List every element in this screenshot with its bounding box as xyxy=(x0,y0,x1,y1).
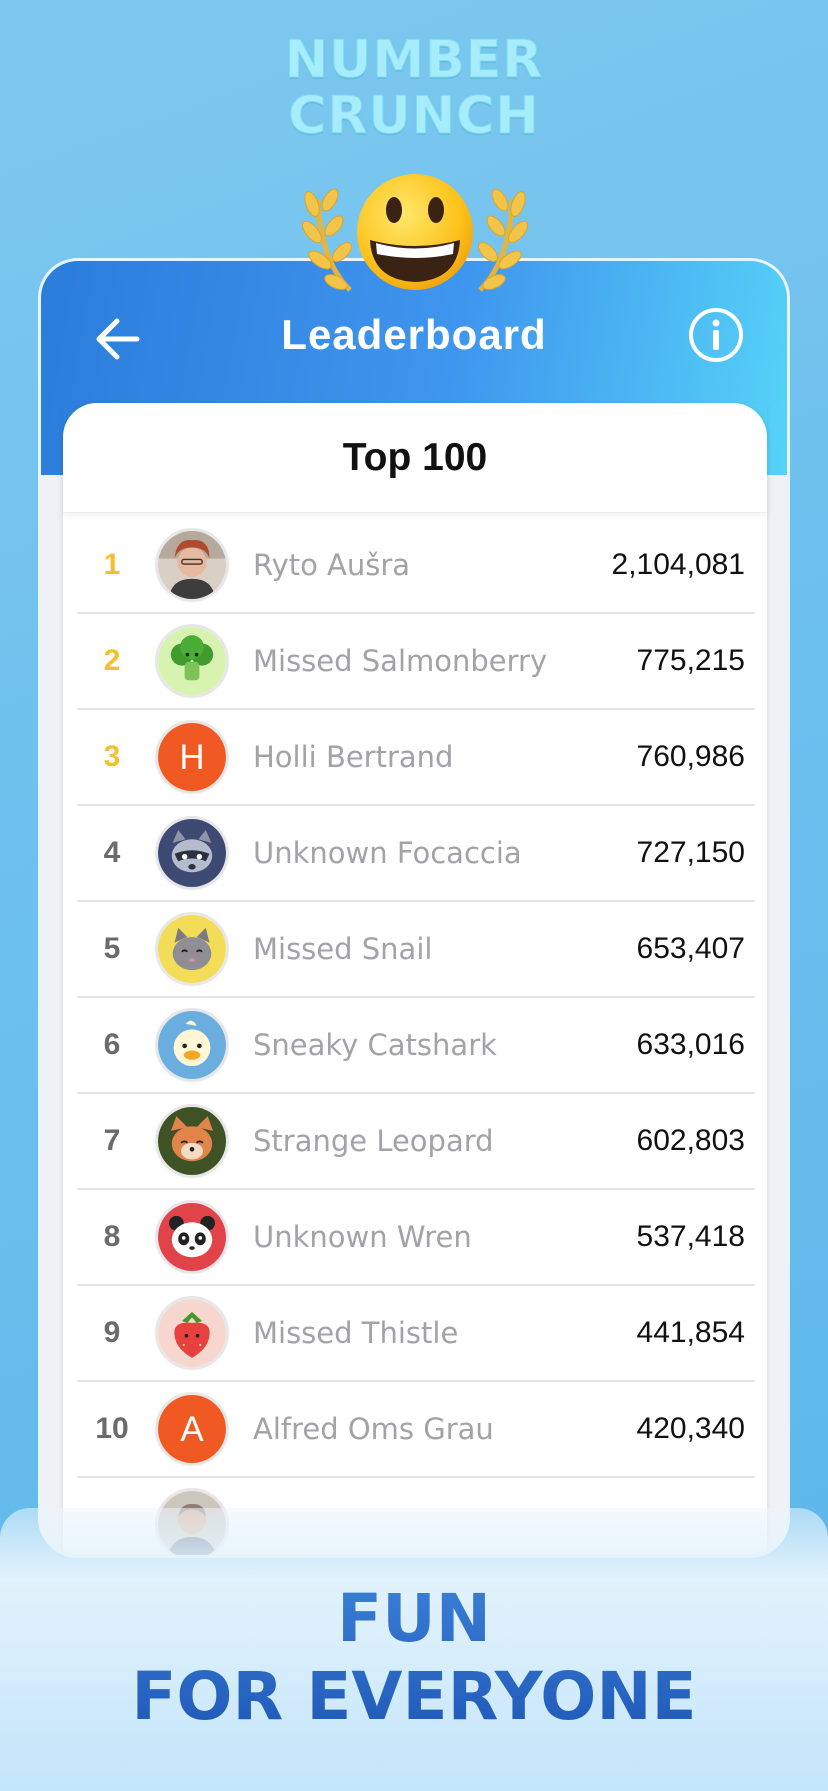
rank-number: 5 xyxy=(103,932,121,965)
rank-number: 2 xyxy=(103,644,121,677)
leaderboard-row[interactable]: 10 A Alfred Oms Grau 420,340 xyxy=(77,1382,755,1478)
player-name: Holli Bertrand xyxy=(253,740,454,774)
player-score: 602,803 xyxy=(636,1124,745,1157)
app-title-line1: NUMBER xyxy=(284,30,544,90)
player-score: 420,340 xyxy=(636,1412,745,1445)
avatar xyxy=(155,1008,229,1082)
board-title: Top 100 xyxy=(63,403,767,513)
smiley-laurel-icon xyxy=(301,174,529,292)
avatar: A xyxy=(155,1392,229,1466)
avatar-letter: H xyxy=(179,738,204,777)
rank-number: 4 xyxy=(103,836,121,869)
rank-number: 3 xyxy=(103,740,121,773)
leaderboard-row[interactable]: 2 Missed Salmonberry 775,215 xyxy=(77,614,755,710)
leaderboard-row[interactable]: 7 Strange Leopard 602,803 xyxy=(77,1094,755,1190)
app-title-line2: CRUNCH xyxy=(288,86,540,146)
player-name: Missed Snail xyxy=(253,932,433,966)
player-score: 760,986 xyxy=(636,740,745,773)
avatar xyxy=(155,912,229,986)
player-score: 633,016 xyxy=(636,1028,745,1061)
avatar xyxy=(155,528,229,602)
info-icon[interactable] xyxy=(686,305,746,365)
player-score: 537,418 xyxy=(636,1220,745,1253)
leaderboard-row[interactable]: 8 Unknown Wren 537,418 xyxy=(77,1190,755,1286)
tagline-line1: FUN xyxy=(337,1580,491,1657)
rank-number: 8 xyxy=(103,1220,121,1253)
tagline-line2: FOR EVERYONE xyxy=(131,1658,697,1735)
player-name: Unknown Wren xyxy=(253,1220,472,1254)
player-name: Ryto Aušra xyxy=(253,548,411,582)
leaderboard-row[interactable]: 3 H Holli Bertrand 760,986 xyxy=(77,710,755,806)
page-title: Leaderboard xyxy=(281,311,547,358)
player-name: Missed Thistle xyxy=(253,1316,459,1350)
player-name: Alfred Oms Grau xyxy=(253,1412,494,1446)
rank-number: 7 xyxy=(103,1124,121,1157)
leaderboard-card: Leaderboard Top 100 1 Ryto Aušra 2,104,081… xyxy=(38,258,790,1558)
player-score: 775,215 xyxy=(636,644,745,677)
app-title: NUMBER CRUNCH xyxy=(0,30,828,146)
player-score: 727,150 xyxy=(636,836,745,869)
player-name: Strange Leopard xyxy=(253,1124,494,1158)
player-name: Unknown Focaccia xyxy=(253,836,522,870)
leaderboard-row[interactable]: 6 Sneaky Catshark 633,016 xyxy=(77,998,755,1094)
tagline: FUN FOR EVERYONE xyxy=(0,1580,828,1736)
leaderboard-row[interactable]: 5 Missed Snail 653,407 xyxy=(77,902,755,998)
leaderboard-row[interactable]: 4 Unknown Focaccia 727,150 xyxy=(77,806,755,902)
avatar: H xyxy=(155,720,229,794)
avatar xyxy=(155,1104,229,1178)
leaderboard-panel: Top 100 1 Ryto Aušra 2,104,081 2 Missed Salm… xyxy=(63,403,767,1555)
avatar xyxy=(155,1296,229,1370)
player-score: 2,104,081 xyxy=(611,548,745,581)
player-score: 441,854 xyxy=(636,1316,745,1349)
avatar-letter: A xyxy=(180,1410,204,1449)
player-name: Missed Salmonberry xyxy=(253,644,548,678)
rank-number: 6 xyxy=(103,1028,121,1061)
rank-number: 9 xyxy=(103,1316,121,1349)
leaderboard-list: 1 Ryto Aušra 2,104,081 2 Missed Salmonberry 7… xyxy=(77,518,755,1555)
player-name: Sneaky Catshark xyxy=(253,1028,497,1062)
avatar xyxy=(155,624,229,698)
rank-number: 1 xyxy=(103,548,121,581)
rank-number: 10 xyxy=(95,1412,129,1445)
avatar xyxy=(155,816,229,890)
player-score: 653,407 xyxy=(636,932,745,965)
avatar xyxy=(155,1200,229,1274)
leaderboard-row[interactable]: 9 Missed Thistle 441,854 xyxy=(77,1286,755,1382)
leaderboard-row[interactable]: 1 Ryto Aušra 2,104,081 xyxy=(77,518,755,614)
